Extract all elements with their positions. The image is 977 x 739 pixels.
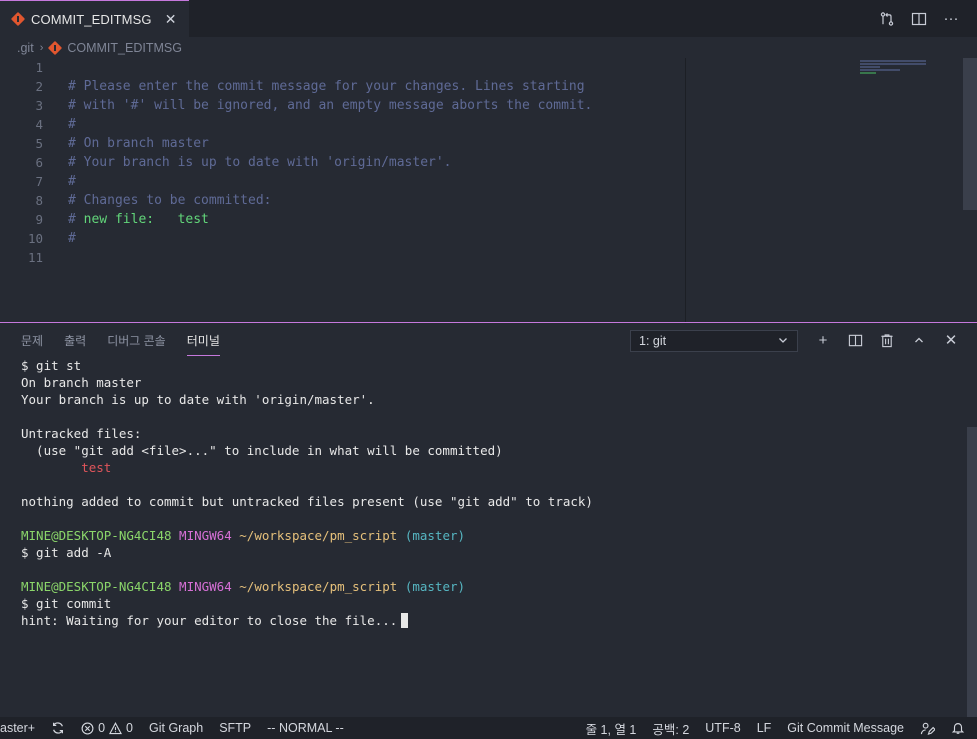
line-number-gutter: 1 2 3 4 5 6 7 8 9 10 11 <box>0 58 55 267</box>
status-problems[interactable]: 0 0 <box>73 717 141 739</box>
line-number: 9 <box>35 212 43 227</box>
minimap[interactable] <box>860 60 940 80</box>
status-eol[interactable]: LF <box>749 717 780 739</box>
terminal-line: Untracked files: <box>21 426 142 441</box>
terminal-select[interactable]: 1: git <box>630 330 798 352</box>
more-actions-icon[interactable]: ··· <box>935 0 967 37</box>
bottom-panel: 문제 출력 디버그 콘솔 터미널 1: git + ✕ $ git st On … <box>0 323 977 717</box>
tab-terminal[interactable]: 터미널 <box>186 323 220 357</box>
split-terminal-icon[interactable] <box>839 323 871 357</box>
terminal-line: On branch master <box>21 375 142 390</box>
code-line: # Changes to be committed: <box>68 193 272 208</box>
status-bar: aster+ 0 0 Git Graph SFTP -- NORMAL -- 줄… <box>0 717 977 739</box>
code-content[interactable]: # Please enter the commit message for yo… <box>68 58 685 267</box>
chevron-right-icon: › <box>39 41 44 54</box>
line-number: 3 <box>35 98 43 113</box>
terminal-line: nothing added to commit but untracked fi… <box>21 494 593 509</box>
feedback-icon[interactable] <box>912 717 943 739</box>
panel-actions: + ✕ <box>807 323 967 357</box>
status-encoding[interactable]: UTF-8 <box>697 717 748 739</box>
line-number: 2 <box>35 79 43 94</box>
open-changes-icon[interactable] <box>871 0 903 37</box>
status-sftp[interactable]: SFTP <box>211 717 259 739</box>
close-icon[interactable]: ✕ <box>163 11 179 27</box>
code-line: # new file: test <box>68 212 209 227</box>
untracked-file: test <box>81 460 112 475</box>
error-icon <box>81 722 94 734</box>
terminal-line: test <box>21 459 951 476</box>
editor-scrollbar[interactable] <box>963 58 977 210</box>
terminal-line: $ git add -A <box>21 545 112 560</box>
breadcrumb-folder[interactable]: .git <box>17 41 34 55</box>
status-language[interactable]: Git Commit Message <box>779 717 912 739</box>
terminal-prompt: MINE@DESKTOP-NG4CI48 MINGW64 ~/workspace… <box>21 579 466 594</box>
code-line: # Please enter the commit message for yo… <box>68 79 585 94</box>
editor-area[interactable]: 1 2 3 4 5 6 7 8 9 10 11 # Please enter the commit … <box>0 58 977 322</box>
terminal-line: hint: Waiting for your editor to close t… <box>21 612 951 629</box>
code-line: # with '#' will be ignored, and an empty… <box>68 98 593 113</box>
terminal-scrollbar[interactable] <box>967 427 977 717</box>
code-line: # <box>68 231 76 246</box>
line-number: 1 <box>35 60 43 75</box>
status-git-graph[interactable]: Git Graph <box>141 717 211 739</box>
code-line: # <box>68 174 76 189</box>
tab-label: COMMIT_EDITMSG <box>31 11 152 27</box>
status-cursor-position[interactable]: 줄 1, 열 1 <box>578 717 645 739</box>
new-terminal-icon[interactable]: + <box>807 323 839 357</box>
sync-icon[interactable] <box>43 717 73 739</box>
close-panel-icon[interactable]: ✕ <box>935 323 967 357</box>
editor-actions: ··· <box>871 0 977 37</box>
tab-debug-console[interactable]: 디버그 콘솔 <box>107 323 166 357</box>
editor-tab-bar: COMMIT_EDITMSG ✕ ··· <box>0 0 977 37</box>
terminal-line: $ git st <box>21 358 82 373</box>
maximize-panel-icon[interactable] <box>903 323 935 357</box>
terminal-cursor <box>401 613 409 628</box>
warning-icon <box>109 721 123 734</box>
breadcrumb: .git › COMMIT_EDITMSG <box>0 37 977 58</box>
minimap-divider <box>685 58 686 322</box>
git-file-icon <box>49 42 61 54</box>
line-number: 11 <box>27 250 43 265</box>
terminal-line: $ git commit <box>21 596 112 611</box>
line-number: 7 <box>35 174 43 189</box>
line-number: 8 <box>35 193 43 208</box>
line-number: 4 <box>35 117 43 132</box>
tab-problems[interactable]: 문제 <box>21 323 43 357</box>
terminal-line: Your branch is up to date with 'origin/m… <box>21 392 375 407</box>
status-vim-mode: -- NORMAL -- <box>267 721 344 735</box>
notifications-bell-icon[interactable] <box>943 717 973 739</box>
line-number: 5 <box>35 136 43 151</box>
git-file-icon <box>12 13 24 25</box>
code-line: # On branch master <box>68 136 209 151</box>
terminal-line: (use "git add <file>..." to include in w… <box>21 443 503 458</box>
code-line: # Your branch is up to date with 'origin… <box>68 155 452 170</box>
line-number: 10 <box>27 231 43 246</box>
trash-icon[interactable] <box>871 323 903 357</box>
tab-output[interactable]: 출력 <box>64 323 86 357</box>
tab-commit-editmsg[interactable]: COMMIT_EDITMSG ✕ <box>0 0 189 37</box>
chevron-down-icon <box>777 334 789 349</box>
status-branch[interactable]: aster+ <box>0 717 43 739</box>
breadcrumb-file[interactable]: COMMIT_EDITMSG <box>67 41 182 55</box>
status-indentation[interactable]: 공백: 2 <box>644 717 697 739</box>
terminal-select-value: 1: git <box>639 334 667 348</box>
terminal-prompt: MINE@DESKTOP-NG4CI48 MINGW64 ~/workspace… <box>21 528 466 543</box>
line-number: 6 <box>35 155 43 170</box>
code-line: # <box>68 117 76 132</box>
split-editor-icon[interactable] <box>903 0 935 37</box>
terminal-output[interactable]: $ git st On branch master Your branch is… <box>21 357 951 629</box>
